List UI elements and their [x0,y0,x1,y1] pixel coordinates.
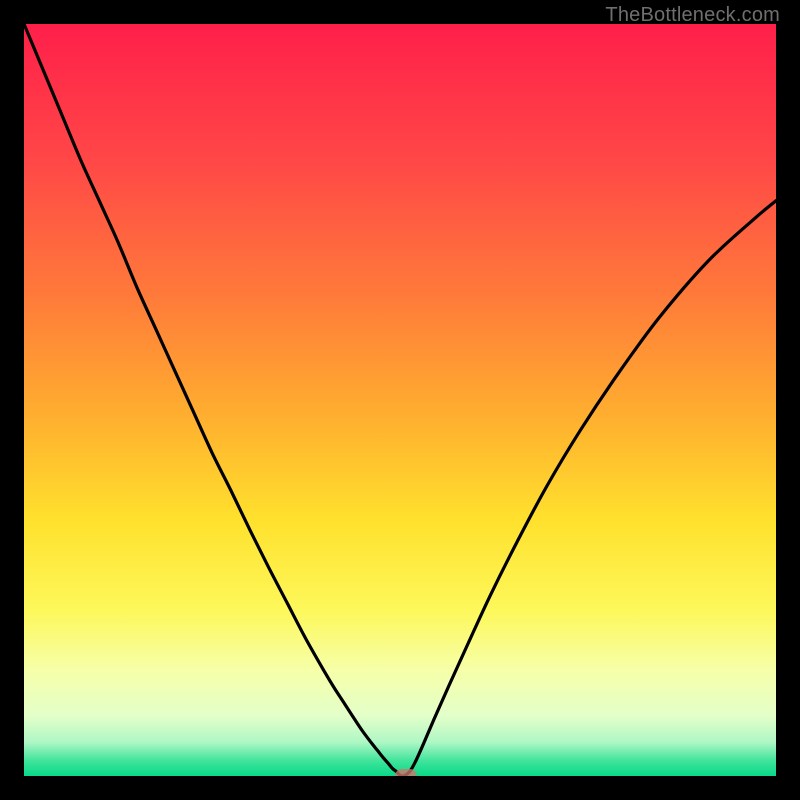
chart-frame: TheBottleneck.com [0,0,800,800]
watermark-text: TheBottleneck.com [605,4,780,27]
plot-area [24,24,776,776]
minimum-marker [395,769,417,776]
curve-layer [24,24,776,776]
bottleneck-curve [24,24,776,776]
